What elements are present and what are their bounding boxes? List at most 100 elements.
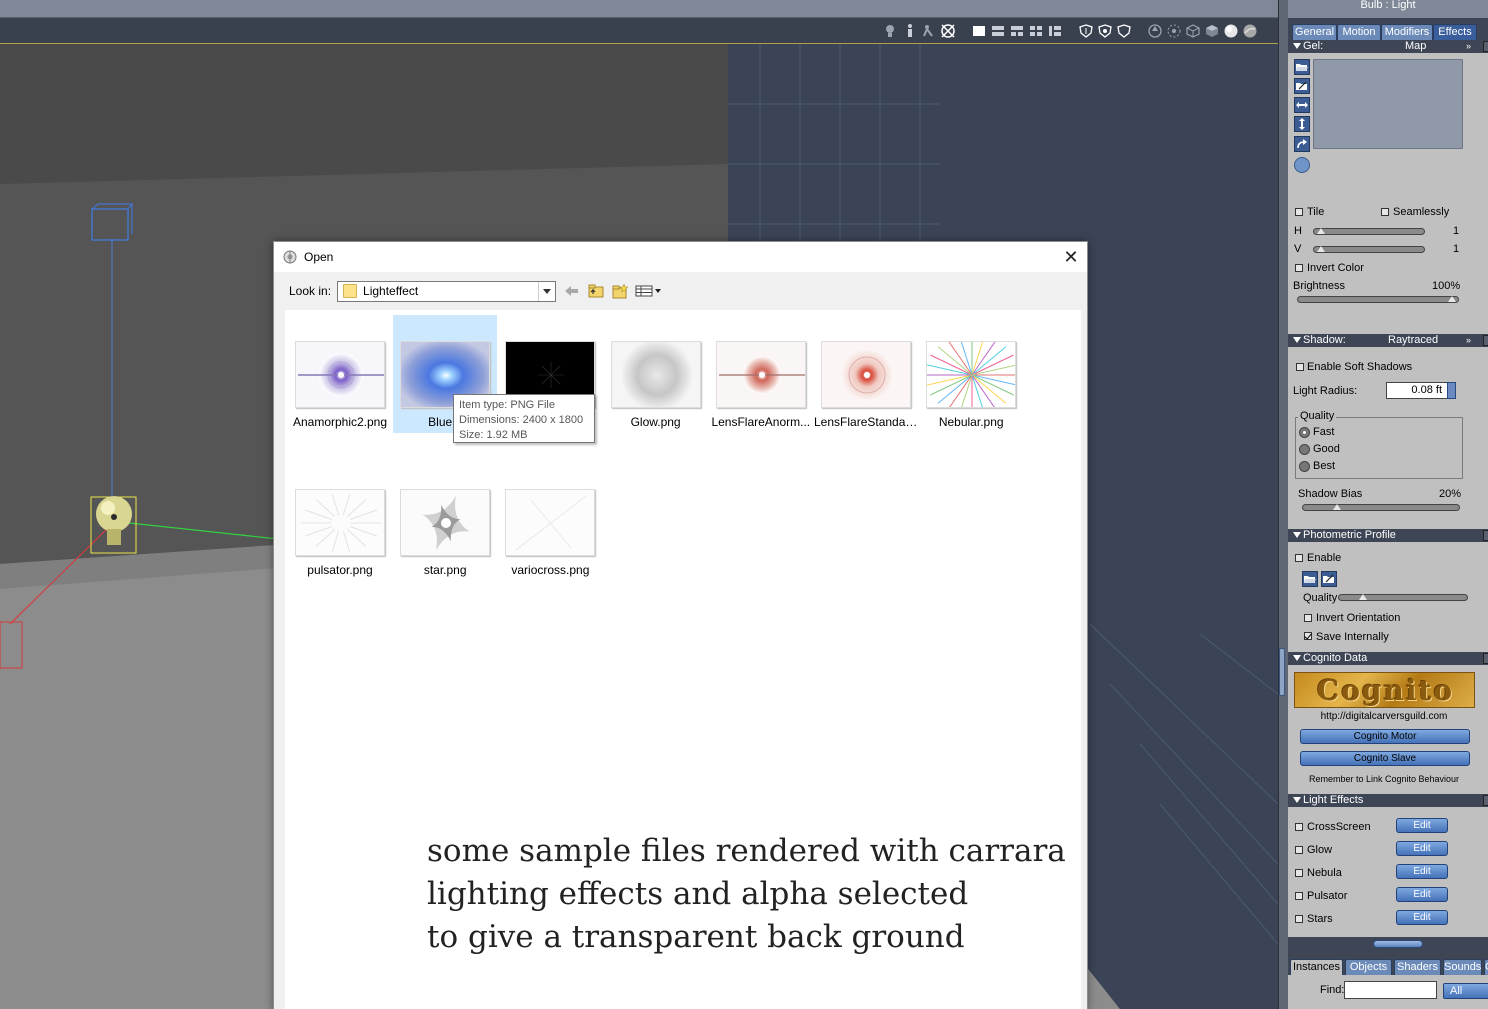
cognito-slave-button[interactable]: Cognito Slave xyxy=(1300,751,1470,766)
v-slider[interactable] xyxy=(1313,246,1425,253)
browser-tab-objects[interactable]: Objects xyxy=(1345,959,1392,975)
close-button[interactable]: ✕ xyxy=(1061,246,1081,268)
chevron-down-icon[interactable] xyxy=(538,281,555,301)
slider-knob[interactable] xyxy=(1333,504,1341,510)
edit-pulsator-button[interactable]: Edit xyxy=(1396,887,1448,902)
brightness-slider[interactable] xyxy=(1297,296,1459,303)
photometric-section-header[interactable]: Photometric Profile xyxy=(1288,529,1488,542)
file-list[interactable]: Anamorphic2.png BlueFl Glow.png LensFlareAn… xyxy=(285,310,1081,1009)
light-radius-field[interactable]: 0.08 ft xyxy=(1386,382,1449,399)
effect-checkbox-crossscreen[interactable] xyxy=(1295,823,1303,831)
lookin-dropdown[interactable]: Lighteffect xyxy=(337,280,557,302)
rotate-map-button[interactable] xyxy=(1294,136,1310,152)
tile-checkbox[interactable] xyxy=(1295,208,1303,216)
slider-knob[interactable] xyxy=(1317,228,1325,234)
effect-checkbox-pulsator[interactable] xyxy=(1295,892,1303,900)
view-menu-button[interactable] xyxy=(635,283,662,300)
shield-alt-button[interactable] xyxy=(1096,23,1113,40)
tab-general[interactable]: General xyxy=(1292,24,1337,40)
file-item[interactable]: pulsator.png xyxy=(288,463,392,581)
panel-splitter[interactable] xyxy=(1278,0,1288,1009)
tab-motion[interactable]: Motion xyxy=(1337,24,1381,40)
browser-tab-shaders[interactable]: Shaders xyxy=(1394,959,1441,975)
light-radius-spinner[interactable] xyxy=(1447,382,1456,399)
file-item[interactable]: variocross.png xyxy=(498,463,602,581)
save-internally-checkbox[interactable] xyxy=(1304,632,1312,640)
light-effects-section-header[interactable]: Light Effects xyxy=(1288,794,1488,807)
enable-soft-shadows-checkbox[interactable] xyxy=(1296,363,1304,371)
shadow-mode-value[interactable]: Raytraced xyxy=(1388,334,1438,347)
file-item[interactable]: LensFlareStandar... xyxy=(814,315,918,433)
cognito-section-header[interactable]: Cognito Data xyxy=(1288,652,1488,665)
browser-tab-sounds[interactable]: Sounds xyxy=(1443,959,1482,975)
back-button[interactable] xyxy=(563,283,580,300)
arrow-up-button[interactable] xyxy=(1146,23,1163,40)
layout-button[interactable] xyxy=(1046,23,1063,40)
browser-tab-instances[interactable]: Instances xyxy=(1290,959,1343,975)
sphere-textured-button[interactable] xyxy=(1241,23,1258,40)
single-view-button[interactable] xyxy=(970,23,987,40)
open-map-button[interactable] xyxy=(1294,59,1310,75)
up-folder-button[interactable] xyxy=(587,283,604,300)
file-item[interactable]: Anamorphic2.png xyxy=(288,315,392,433)
walk-button[interactable] xyxy=(920,23,937,40)
gel-section-header[interactable]: Gel: Map » xyxy=(1288,40,1488,53)
file-item[interactable]: LensFlareAnorm... xyxy=(709,315,813,433)
gizmo-button[interactable] xyxy=(1165,23,1182,40)
file-item[interactable]: Nebular.png xyxy=(919,315,1023,433)
figure-button[interactable] xyxy=(901,23,918,40)
find-input[interactable] xyxy=(1344,981,1437,999)
seamlessly-checkbox[interactable] xyxy=(1381,208,1389,216)
new-folder-button[interactable] xyxy=(611,283,628,300)
two-view-vertical-button[interactable] xyxy=(1008,23,1025,40)
edit-map-button[interactable] xyxy=(1294,78,1310,94)
effect-checkbox-stars[interactable] xyxy=(1295,915,1303,923)
flip-horizontal-button[interactable] xyxy=(1294,97,1310,113)
tab-effects[interactable]: Effects xyxy=(1433,24,1477,40)
flip-vertical-button[interactable] xyxy=(1294,116,1310,132)
shield-outline-button[interactable] xyxy=(1115,23,1132,40)
panel-collapse-handle[interactable] xyxy=(1279,648,1285,696)
photometric-enable-checkbox[interactable] xyxy=(1295,554,1303,562)
edit-stars-button[interactable]: Edit xyxy=(1396,910,1448,925)
h-slider[interactable] xyxy=(1313,228,1425,235)
box-solid-button[interactable] xyxy=(1203,23,1220,40)
invert-color-checkbox[interactable] xyxy=(1295,264,1303,272)
dialog-titlebar[interactable]: Open ✕ xyxy=(274,242,1087,272)
slider-knob[interactable] xyxy=(1448,296,1456,302)
color-swatch-button[interactable] xyxy=(1294,157,1310,173)
invert-orientation-checkbox[interactable] xyxy=(1304,614,1312,622)
file-item[interactable]: Glow.png xyxy=(604,315,708,433)
two-view-horizontal-button[interactable] xyxy=(989,23,1006,40)
quality-radio-good[interactable] xyxy=(1299,444,1310,455)
file-item[interactable]: star.png xyxy=(393,463,497,581)
shadow-bias-slider[interactable] xyxy=(1302,504,1460,511)
double-chevron-down-icon[interactable]: » xyxy=(1466,40,1471,53)
slider-knob[interactable] xyxy=(1317,246,1325,252)
light-bulb-button[interactable] xyxy=(882,23,899,40)
tab-modifiers[interactable]: Modifiers xyxy=(1381,24,1433,40)
photometric-open-button[interactable] xyxy=(1302,571,1318,587)
quality-radio-fast[interactable] xyxy=(1299,427,1310,438)
cognito-motor-button[interactable]: Cognito Motor xyxy=(1300,729,1470,744)
shadow-section-header[interactable]: Shadow: Raytraced » xyxy=(1288,334,1488,347)
effect-checkbox-nebula[interactable] xyxy=(1295,869,1303,877)
gel-mode-value[interactable]: Map xyxy=(1405,40,1426,53)
quality-radio-best[interactable] xyxy=(1299,461,1310,472)
edit-nebula-button[interactable]: Edit xyxy=(1396,864,1448,879)
slider-knob[interactable] xyxy=(1359,594,1367,600)
edit-crossscreen-button[interactable]: Edit xyxy=(1396,818,1448,833)
sphere-shaded-button[interactable] xyxy=(1222,23,1239,40)
find-filter-select[interactable]: All xyxy=(1443,983,1488,999)
four-view-button[interactable] xyxy=(1027,23,1044,40)
effect-checkbox-glow[interactable] xyxy=(1295,846,1303,854)
photometric-quality-slider[interactable] xyxy=(1338,594,1468,601)
shield-button[interactable] xyxy=(1077,23,1094,40)
double-chevron-down-icon[interactable]: » xyxy=(1466,334,1471,347)
photometric-edit-button[interactable] xyxy=(1321,571,1337,587)
box-wire-button[interactable] xyxy=(1184,23,1201,40)
edit-glow-button[interactable]: Edit xyxy=(1396,841,1448,856)
target-button[interactable] xyxy=(939,23,956,40)
panel-scrollbar[interactable] xyxy=(1288,937,1488,951)
browser-tab-c[interactable]: C xyxy=(1484,959,1488,975)
